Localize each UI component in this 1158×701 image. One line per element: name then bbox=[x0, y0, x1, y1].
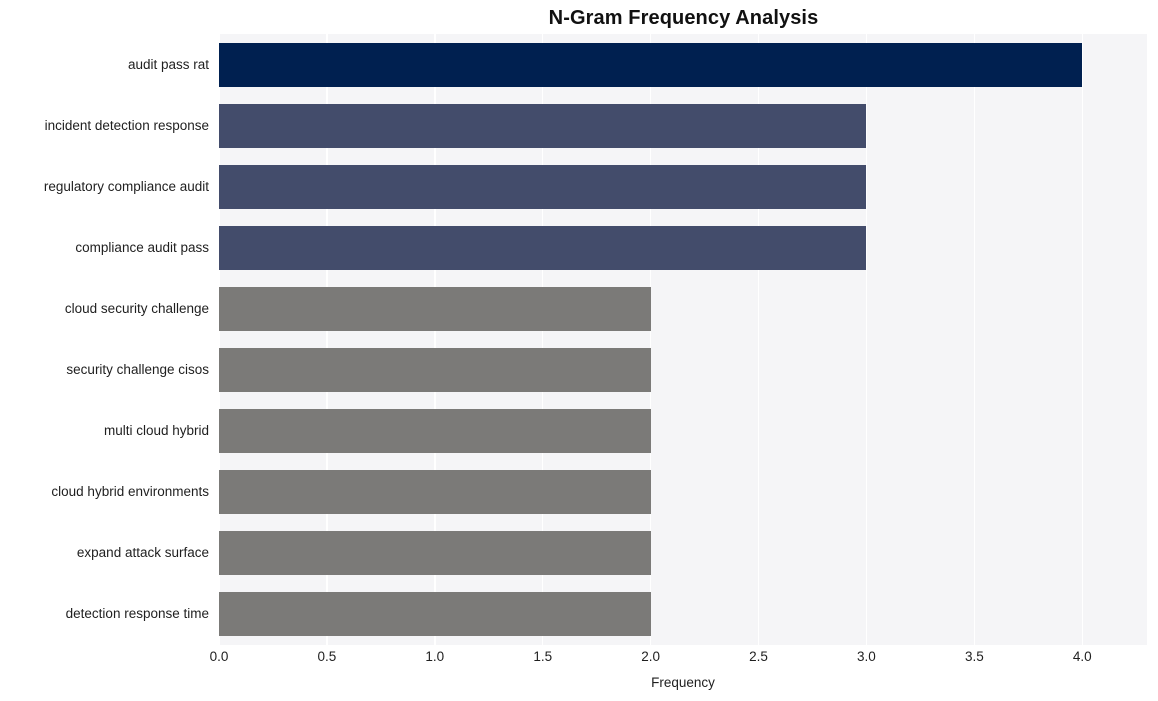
x-axis-tick-label: 1.0 bbox=[425, 649, 445, 664]
y-axis-tick-labels: audit pass rat incident detection respons… bbox=[0, 34, 209, 645]
y-axis-tick-label: cloud hybrid environments bbox=[51, 484, 209, 500]
x-axis-title: Frequency bbox=[651, 675, 715, 690]
x-axis-tick-labels: 0.0 0.5 1.0 1.5 2.0 2.5 3.0 3.5 4.0 bbox=[210, 648, 1147, 670]
y-axis-tick-label: multi cloud hybrid bbox=[103, 423, 209, 439]
bar bbox=[219, 225, 867, 270]
y-axis-tick-label: expand attack surface bbox=[76, 545, 209, 561]
y-axis-tick-label: compliance audit pass bbox=[75, 239, 209, 255]
y-axis-tick-label: regulatory compliance audit bbox=[43, 178, 209, 194]
bar bbox=[219, 531, 651, 576]
bar bbox=[219, 470, 651, 515]
y-axis-tick-label: detection response time bbox=[65, 606, 209, 622]
y-axis-tick-label: cloud security challenge bbox=[64, 300, 209, 316]
bar bbox=[219, 164, 867, 209]
y-axis-tick-label: security challenge cisos bbox=[66, 362, 209, 378]
x-axis-tick-label: 3.5 bbox=[964, 649, 984, 664]
chart-title: N-Gram Frequency Analysis bbox=[548, 7, 819, 29]
x-axis-tick-label: 1.5 bbox=[533, 649, 553, 664]
x-axis-tick-label: 3.0 bbox=[857, 649, 876, 664]
gridline-x-3.5 bbox=[973, 34, 976, 645]
x-axis-tick-label: 0.5 bbox=[317, 649, 337, 664]
x-axis-tick-label: 2.5 bbox=[749, 649, 768, 664]
bar bbox=[219, 348, 651, 393]
y-axis-tick-label: audit pass rat bbox=[127, 56, 209, 72]
y-axis-tick-label: incident detection response bbox=[44, 117, 209, 133]
bar bbox=[219, 42, 1083, 87]
x-axis-tick-label: 4.0 bbox=[1072, 649, 1092, 664]
bar bbox=[219, 592, 651, 637]
plot-area bbox=[218, 34, 1147, 645]
bar bbox=[219, 103, 867, 148]
chart-figure: N-Gram Frequency Analysis audit pass rat… bbox=[0, 0, 1158, 701]
x-axis-tick-label: 2.0 bbox=[641, 649, 661, 664]
bar bbox=[219, 409, 651, 454]
bar bbox=[219, 286, 651, 331]
x-axis-tick-label: 0.0 bbox=[209, 649, 229, 664]
gridline-x-4.0 bbox=[1081, 34, 1083, 645]
